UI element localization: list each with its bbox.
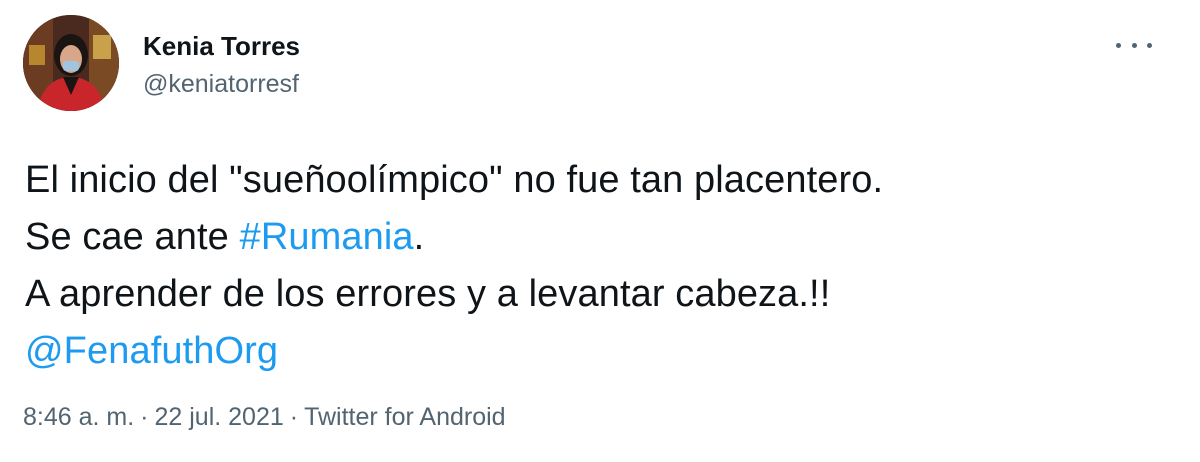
tweet-time[interactable]: 8:46 a. m.: [23, 403, 134, 431]
more-horizontal-icon: [1131, 42, 1137, 48]
more-horizontal-icon: [1147, 42, 1152, 48]
more-options-button[interactable]: [1116, 38, 1152, 52]
tweet-line-2-suffix: .: [413, 216, 425, 258]
tweet-card: Kenia Torres @keniatorresf El inicio del…: [0, 0, 1200, 462]
tweet-line-3: A aprender de los errores y a levantar c…: [25, 273, 831, 315]
meta-separator: ·: [289, 403, 299, 431]
hashtag-link[interactable]: #Rumania: [240, 216, 414, 258]
display-name[interactable]: Kenia Torres: [143, 30, 300, 62]
more-horizontal-icon: [1116, 42, 1121, 48]
tweet-line-1: El inicio del "sueñoolímpico" no fue tan…: [25, 159, 884, 201]
tweet-text: El inicio del "sueñoolímpico" no fue tan…: [25, 152, 883, 380]
tweet-meta: 8:46 a. m. · 22 jul. 2021 · Twitter for Andr…: [23, 400, 506, 434]
tweet-date[interactable]: 22 jul. 2021: [155, 403, 284, 431]
tweet-line-2-prefix: Se cae ante: [25, 216, 240, 258]
tweet-line-4: @FenafuthOrg: [25, 323, 883, 380]
tweet-source[interactable]: Twitter for Android: [304, 403, 505, 431]
avatar-photo-icon: [23, 15, 119, 111]
tweet-line-2: Se cae ante #Rumania.: [25, 209, 883, 266]
mention-link[interactable]: @FenafuthOrg: [25, 330, 278, 372]
avatar[interactable]: [23, 15, 119, 111]
user-block: Kenia Torres @keniatorresf: [143, 30, 300, 100]
meta-separator: ·: [140, 403, 149, 431]
user-handle[interactable]: @keniatorresf: [143, 68, 300, 100]
